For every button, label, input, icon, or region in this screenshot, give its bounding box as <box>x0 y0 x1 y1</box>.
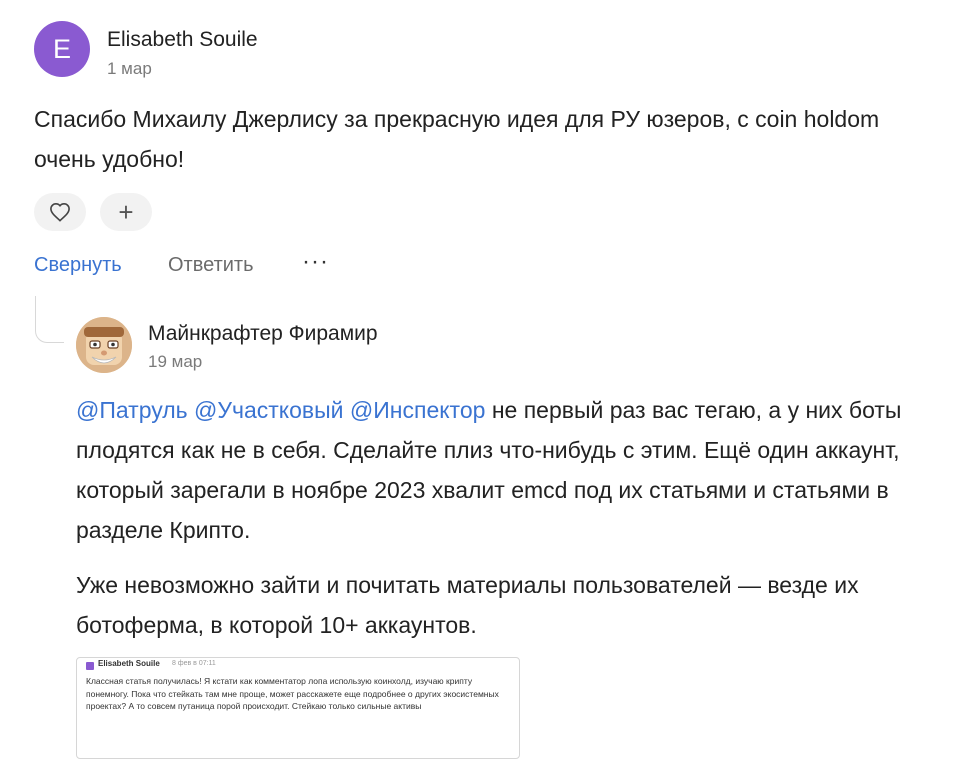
collapse-button[interactable]: Свернуть <box>34 254 122 277</box>
attachment-text: Классная статья получилась! Я кстати как… <box>86 676 499 711</box>
comment-text: Спасибо Михаилу Джерлису за прекрасную и… <box>34 106 880 172</box>
plus-icon: + <box>118 197 134 227</box>
reply-button[interactable]: Ответить <box>168 254 254 277</box>
cartoon-face-avatar <box>76 317 132 373</box>
attachment-author: Elisabeth Souile <box>98 659 160 668</box>
mention-link[interactable]: @Инспектор <box>350 397 486 423</box>
comment-author[interactable]: Elisabeth Souile <box>107 28 258 52</box>
reply-paragraph: Уже невозможно зайти и почитать материал… <box>76 572 859 638</box>
more-options-button[interactable]: ··· <box>302 248 329 276</box>
attachment-avatar <box>86 662 94 670</box>
mention-link[interactable]: @Участковый <box>194 397 343 423</box>
author-avatar[interactable]: E <box>34 21 90 77</box>
thread-connector <box>35 296 64 343</box>
heart-icon <box>50 202 70 222</box>
comment-date[interactable]: 1 мар <box>107 59 152 79</box>
reply-paragraph: @Патруль @Участковый @Инспектор не первы… <box>76 390 916 550</box>
avatar-letter: E <box>52 33 71 64</box>
like-button[interactable] <box>34 193 86 231</box>
attachment-date: 8 фев в 07:11 <box>172 660 216 667</box>
mention-link[interactable]: @Патруль <box>76 397 188 423</box>
reply-author[interactable]: Майнкрафтер Фирамир <box>148 322 378 346</box>
add-reaction-button[interactable]: + <box>100 193 152 231</box>
attached-screenshot[interactable]: Elisabeth Souile 8 фев в 07:11 Классная … <box>76 657 520 759</box>
reply-date[interactable]: 19 мар <box>148 352 202 372</box>
reply-author-avatar[interactable] <box>76 317 132 373</box>
